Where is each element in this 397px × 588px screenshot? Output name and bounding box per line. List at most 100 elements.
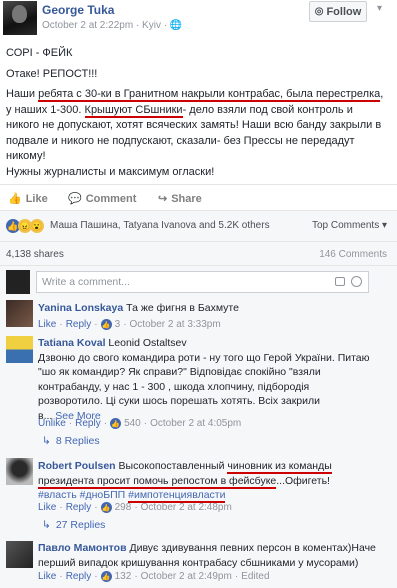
shares-count[interactable]: 4,138 shares <box>6 249 64 260</box>
comments-count[interactable]: 146 Comments <box>319 249 387 260</box>
comment-like-link[interactable]: Like <box>38 571 56 582</box>
comment-body: перший випадок кришування контрабасу сбш… <box>38 556 359 569</box>
post-text: Нужны журналисты и максимум огласки! <box>6 165 215 178</box>
comment-reply-link[interactable]: Reply <box>66 502 92 513</box>
post-timestamp[interactable]: October 2 at 2:22pm · Kyiv · <box>42 20 170 31</box>
like-button[interactable]: 👍 Like <box>8 192 48 206</box>
post-text: - дело взяли под свой контроль и <box>182 103 353 116</box>
wow-reaction-icon[interactable]: 😮 <box>30 219 44 233</box>
post-line: СОРІ - ФЕЙК <box>6 47 73 59</box>
chevron-down-icon[interactable]: ▾ <box>377 3 382 14</box>
top-comments-dropdown[interactable]: Top Comments ▾ <box>312 220 387 231</box>
post-text-underlined: ребята с 30-ки в Гранитном накрыли контр… <box>38 88 381 102</box>
comment-likes-count[interactable]: 540 <box>124 418 141 429</box>
post-meta: October 2 at 2:22pm · Kyiv · 🌐 <box>42 20 182 31</box>
thumbs-up-icon: 👍 <box>100 571 112 582</box>
author-name[interactable]: George Tuka <box>42 3 114 17</box>
replies-count: 27 Replies <box>55 519 106 531</box>
comment-likes-count[interactable]: 298 <box>115 502 132 513</box>
reply-arrow-icon: ↳ <box>42 519 51 531</box>
comment-timestamp[interactable]: October 2 at 4:05pm <box>150 418 241 429</box>
reactions-bar: 👍 😠 😮 Маша Пашина, Tatyana Ivanova and 5… <box>0 210 397 242</box>
comment-label: Comment <box>85 192 137 205</box>
commenter-name[interactable]: Robert Poulsen <box>38 460 116 472</box>
hashtag-link[interactable]: #дноБПП <box>80 489 126 501</box>
follow-label: Follow <box>326 5 362 18</box>
hashtag-link[interactable]: #импотенциявласти <box>128 489 226 503</box>
comment-text: Павло Мамонтов Дивує здивування певних п… <box>38 541 393 570</box>
comment-body-underlined: чиновник из команды <box>227 460 332 474</box>
comment-body: Высокопоставленный <box>118 460 228 472</box>
reactions-names[interactable]: Маша Пашина, Tatyana Ivanova and 5.2K ot… <box>50 220 270 231</box>
comment-body: Дзвоню до свого командира роти - ну того… <box>38 351 370 364</box>
comment-body: розворотило. Ці суки шось порешать хотят… <box>38 395 320 407</box>
thumbs-up-icon: 👍 <box>100 319 112 330</box>
globe-icon: 🌐 <box>169 20 183 31</box>
hashtag-link[interactable]: #власть <box>38 489 77 501</box>
post-text: , <box>380 88 384 100</box>
comment-like-link[interactable]: Like <box>38 319 56 330</box>
post-text: подвале и никого не подпускают, сказали-… <box>6 134 355 147</box>
comment-like-link[interactable]: Like <box>38 502 56 513</box>
commenter-avatar[interactable] <box>6 336 33 363</box>
post-paragraph: Наши ребята с 30-ки в Гранитном накрыли … <box>6 87 391 180</box>
thumbs-up-icon: 👍 <box>110 418 122 429</box>
comment-meta: Like · Reply · 👍 132 · October 2 at 2:49pm ·… <box>38 571 270 582</box>
comment-text: Robert Poulsen Высокопоставленный чиновн… <box>38 459 393 503</box>
comment-timestamp[interactable]: October 2 at 2:48pm <box>141 502 232 513</box>
comment-reply-link[interactable]: Reply <box>75 418 101 429</box>
viewer-avatar <box>6 270 30 294</box>
smile-icon[interactable] <box>351 276 362 287</box>
post-text: у наших 1-300. <box>6 103 85 116</box>
commenter-name[interactable]: Павло Мамонтов <box>38 542 127 554</box>
post-text: никому! <box>6 150 46 162</box>
shares-row: 4,138 shares 146 Comments <box>0 242 397 266</box>
comment-timestamp[interactable]: October 2 at 2:49pm <box>141 571 232 582</box>
comment-icon: 💬 <box>68 193 82 205</box>
comment-meta: Unlike · Reply · 👍 540 · October 2 at 4:05p… <box>38 418 242 429</box>
share-icon: ↪ <box>158 193 168 205</box>
commenter-avatar[interactable] <box>6 458 33 485</box>
comment-button[interactable]: 💬 Comment <box>68 192 137 206</box>
comment-input[interactable]: Write a comment... <box>36 271 369 293</box>
view-replies-link[interactable]: ↳ 27 Replies <box>42 519 105 531</box>
thumbs-up-icon: 👍 <box>8 193 22 205</box>
comment-reply-link[interactable]: Reply <box>66 319 92 330</box>
post-text: Наши <box>6 88 39 100</box>
post-body: СОРІ - ФЕЙК Отаке! РЕПОСТ!!! Наши ребята… <box>6 46 391 180</box>
view-replies-link[interactable]: ↳ 8 Replies <box>42 435 100 447</box>
camera-icon[interactable] <box>335 277 345 286</box>
comment-body: Та же фигня в Бахмуте <box>126 302 239 314</box>
comment-text: Tatiana Koval Leonid Ostaltsev Дзвоню до… <box>38 336 393 423</box>
comment-likes-count[interactable]: 132 <box>115 571 132 582</box>
rss-icon: ◎ <box>314 6 324 17</box>
share-button[interactable]: ↪ Share <box>158 192 202 206</box>
follow-button[interactable]: ◎ Follow <box>309 1 367 22</box>
comment-reply-link[interactable]: Reply <box>66 571 92 582</box>
post-text-underlined: Крышуют СБшники <box>84 103 183 118</box>
post-line: Отаке! РЕПОСТ!!! <box>6 67 98 80</box>
post-actions: 👍 Like 💬 Comment ↪ Share <box>0 184 397 210</box>
reply-arrow-icon: ↳ <box>42 435 51 447</box>
share-label: Share <box>171 192 202 205</box>
thumbs-up-icon: 👍 <box>100 502 112 513</box>
comment-timestamp[interactable]: October 2 at 3:33pm <box>130 319 221 330</box>
replies-count: 8 Replies <box>55 435 100 447</box>
comments-list: Yanina Lonskaya Та же фигня в Бахмуте Li… <box>0 298 397 588</box>
post-text: никого не допускают, хотят всяческих зам… <box>6 119 382 131</box>
author-avatar[interactable] <box>3 1 37 35</box>
comment-text: Yanina Lonskaya Та же фигня в Бахмуте <box>38 301 239 316</box>
comment-body: "шо як командир? Як справи?" Відповідає … <box>38 366 321 378</box>
comment-unlike-link[interactable]: Unlike <box>38 418 66 429</box>
edited-label[interactable]: Edited <box>241 571 269 582</box>
comment-likes-count[interactable]: 3 <box>115 319 121 330</box>
comment-body: Дивує здивування певних персон в комента… <box>129 542 376 554</box>
commenter-avatar[interactable] <box>6 300 33 327</box>
commenter-avatar[interactable] <box>6 541 33 568</box>
write-comment-row: Write a comment... <box>0 266 397 298</box>
commenter-name[interactable]: Yanina Lonskaya <box>38 302 123 314</box>
comment-body: контрабанду, у нас 1 - 300 , шкода хлопч… <box>38 380 310 393</box>
comment-body-underlined: президента просит помочь репостом в фейс… <box>38 474 277 489</box>
comment-mention[interactable]: Leonid Ostaltsev <box>108 337 186 349</box>
commenter-name[interactable]: Tatiana Koval <box>38 337 106 349</box>
